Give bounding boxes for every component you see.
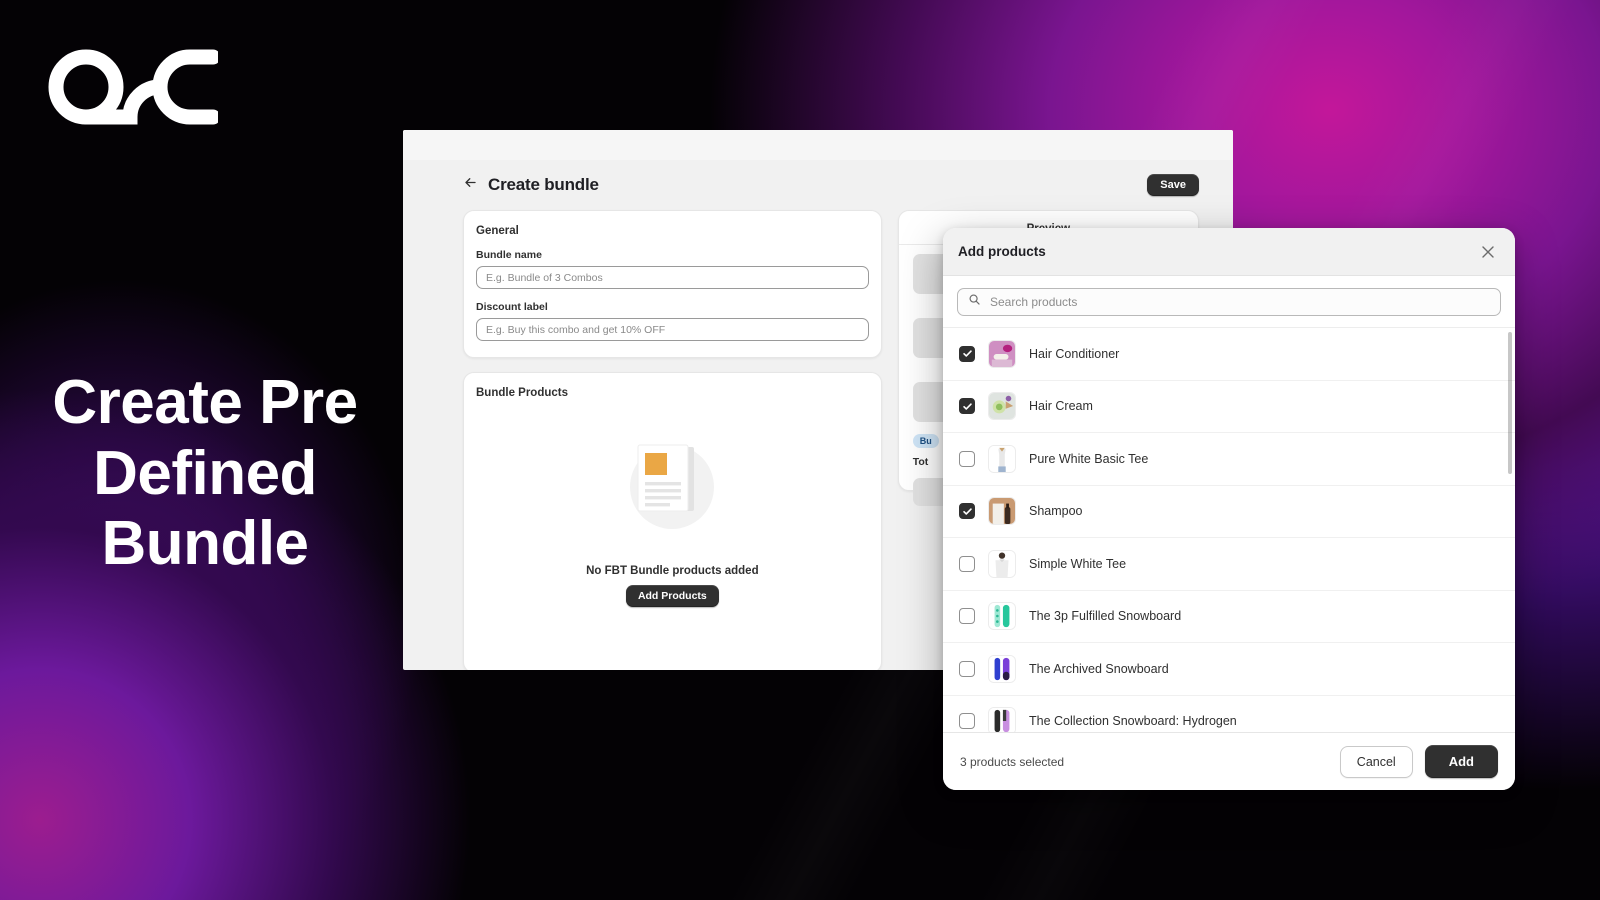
cancel-button[interactable]: Cancel — [1339, 745, 1413, 778]
product-name: Pure White Basic Tee — [1029, 451, 1149, 466]
product-row-hair-cream[interactable]: Hair Cream — [943, 381, 1515, 433]
product-checkbox[interactable] — [959, 450, 975, 467]
product-list[interactable]: Hair Conditioner Hair Cream Pure White B… — [943, 328, 1515, 732]
save-button[interactable]: Save — [1147, 174, 1199, 196]
product-checkbox[interactable] — [959, 345, 975, 362]
selected-count-label: 3 products selected — [960, 754, 1065, 769]
preview-discount-badge: Bu — [912, 434, 939, 448]
search-section — [943, 276, 1515, 328]
product-checkbox[interactable] — [959, 660, 975, 677]
modal-header: Add products — [943, 228, 1515, 276]
product-row-pure-white-basic-tee[interactable]: Pure White Basic Tee — [943, 433, 1515, 486]
snowboard-teal-thumb-icon — [988, 602, 1016, 631]
product-list-scrollbar[interactable] — [1508, 332, 1512, 474]
product-checkbox[interactable] — [959, 503, 975, 520]
arrow-left-icon[interactable] — [463, 175, 478, 195]
search-box[interactable] — [957, 288, 1501, 316]
product-name: Hair Conditioner — [1029, 346, 1120, 361]
bundle-name-input[interactable] — [476, 266, 869, 289]
product-checkbox[interactable] — [959, 713, 975, 730]
osc-logo-icon — [48, 46, 221, 128]
snowboard-blue-thumb-icon — [988, 654, 1016, 683]
page-title: Create bundle — [488, 175, 599, 194]
product-row-shampoo[interactable]: Shampoo — [943, 486, 1515, 538]
left-column: General Bundle name Discount label Bundl… — [463, 210, 882, 670]
search-input[interactable] — [990, 295, 1490, 309]
modal-title: Add products — [958, 244, 1046, 259]
bundle-products-title: Bundle Products — [476, 387, 569, 399]
shampoo-thumb-icon — [988, 497, 1016, 526]
product-name: Simple White Tee — [1029, 556, 1127, 571]
page-title-group: Create bundle — [463, 175, 599, 195]
general-card-title: General — [476, 225, 519, 237]
add-products-button[interactable]: Add Products — [625, 585, 719, 607]
product-name: The 3p Fulfilled Snowboard — [1029, 609, 1182, 624]
product-name: The Archived Snowboard — [1029, 661, 1169, 676]
product-row-collection-snowboard-hydrogen[interactable]: The Collection Snowboard: Hydrogen — [943, 696, 1515, 732]
product-row-3p-fulfilled-snowboard[interactable]: The 3p Fulfilled Snowboard — [943, 591, 1515, 643]
discount-label-input[interactable] — [476, 318, 869, 341]
product-name: Hair Cream — [1029, 399, 1093, 414]
product-checkbox[interactable] — [959, 608, 975, 625]
discount-label-label: Discount label — [476, 301, 548, 313]
page-header: Create bundle Save — [403, 160, 1233, 196]
page-headline: Create Pre Defined Bundle — [52, 368, 358, 579]
bundle-name-label: Bundle name — [476, 249, 542, 261]
product-row-simple-white-tee[interactable]: Simple White Tee — [943, 538, 1515, 591]
add-products-modal: Add products Hair Conditioner — [943, 228, 1515, 790]
app-top-strip — [403, 130, 1233, 160]
empty-state-text: No FBT Bundle products added — [586, 565, 759, 577]
product-name: Shampoo — [1029, 504, 1083, 519]
bundle-products-card: Bundle Products No FBT Bundle products a… — [463, 372, 882, 670]
simple-white-tee-thumb-icon — [988, 549, 1016, 578]
pure-white-basic-tee-thumb-icon — [988, 444, 1016, 473]
document-placeholder-icon — [612, 429, 732, 549]
product-row-archived-snowboard[interactable]: The Archived Snowboard — [943, 643, 1515, 696]
general-card: General Bundle name Discount label — [463, 210, 882, 358]
hair-conditioner-thumb-icon — [988, 339, 1016, 368]
close-icon[interactable] — [1478, 242, 1498, 262]
product-checkbox[interactable] — [959, 555, 975, 572]
snowboard-violet-thumb-icon — [988, 707, 1016, 732]
bundle-products-empty-state: No FBT Bundle products added Add Product… — [464, 429, 881, 607]
product-checkbox[interactable] — [959, 398, 975, 415]
search-icon — [968, 293, 981, 311]
product-name: The Collection Snowboard: Hydrogen — [1029, 714, 1237, 729]
add-button[interactable]: Add — [1424, 745, 1498, 778]
footer-actions: Cancel Add — [1339, 745, 1498, 778]
hair-cream-thumb-icon — [988, 392, 1016, 421]
product-row-hair-conditioner[interactable]: Hair Conditioner — [943, 328, 1515, 381]
modal-footer: 3 products selected Cancel Add — [943, 732, 1515, 790]
